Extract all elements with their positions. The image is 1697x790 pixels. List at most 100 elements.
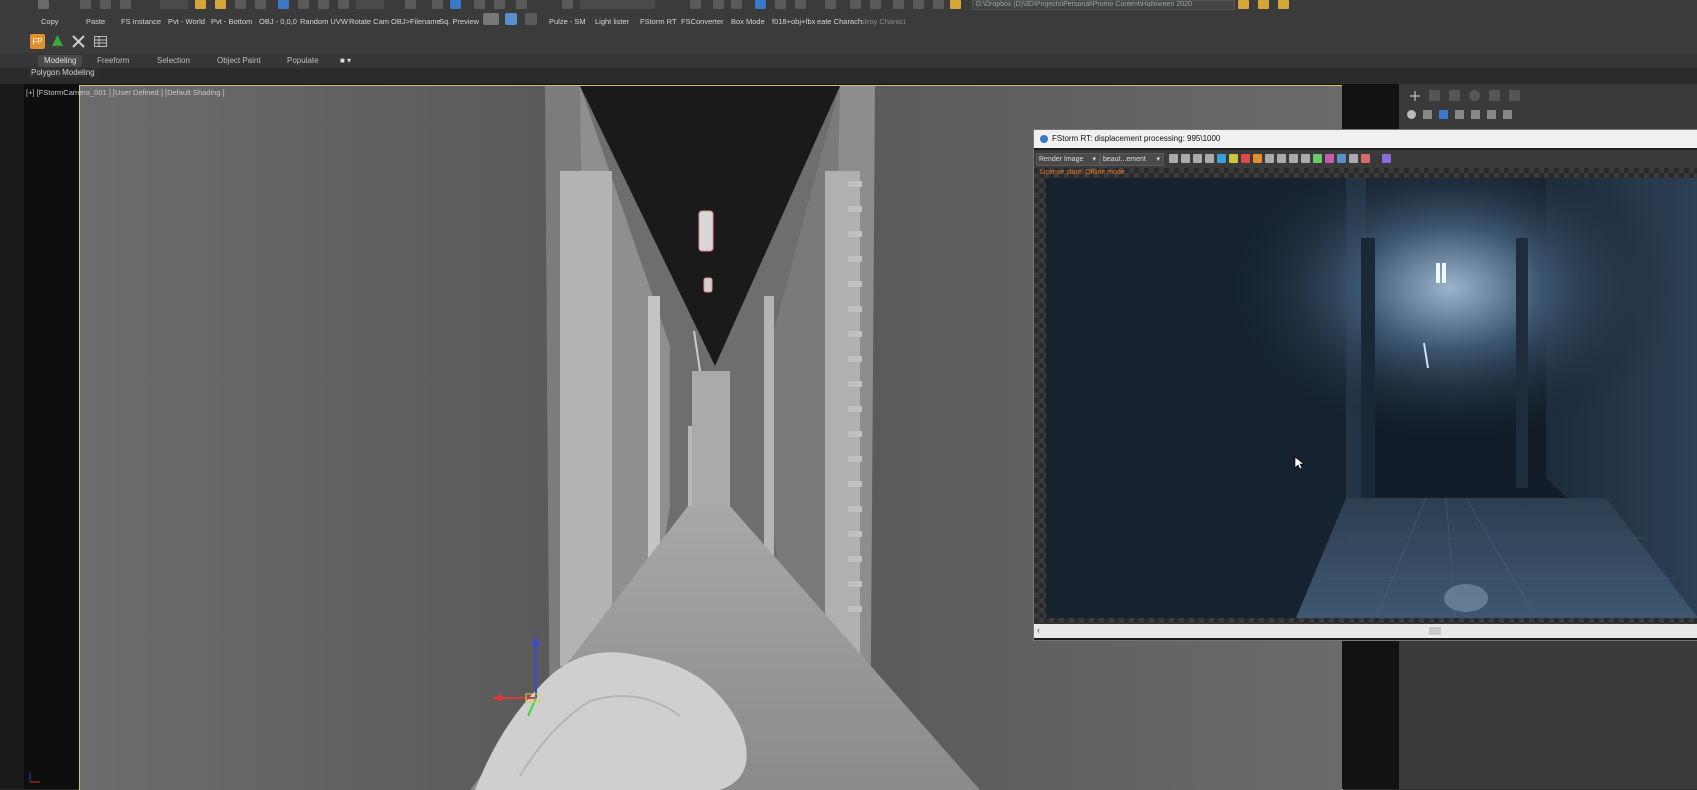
project-path-field[interactable]: D:\Dropbox (D)\3D\Projects\Personal\Prom… <box>972 0 1235 10</box>
stop-icon[interactable] <box>1265 154 1274 163</box>
angle-snap-icon[interactable] <box>494 0 505 9</box>
display-tab-icon[interactable] <box>1489 90 1500 101</box>
warning-icon[interactable] <box>950 0 961 9</box>
image-icon[interactable] <box>505 13 517 25</box>
table-icon[interactable] <box>93 34 108 49</box>
ribbon-panel-polygon-modeling[interactable]: Polygon Modeling <box>28 68 98 78</box>
keyboard-shortcut-icon[interactable] <box>450 0 461 9</box>
toolbar-label-obj-filename[interactable]: OBJ>Filename <box>391 17 441 26</box>
unlink-icon[interactable] <box>100 0 111 9</box>
named-selection-dropdown[interactable] <box>580 0 655 9</box>
denoise-icon[interactable] <box>1337 154 1346 163</box>
clear-icon[interactable] <box>1361 154 1370 163</box>
toolbar-label-sq-preview[interactable]: Sq. Preview <box>439 17 479 26</box>
rotate-icon[interactable] <box>298 0 309 9</box>
region-render-icon[interactable] <box>1229 154 1238 163</box>
hierarchy-tab-icon[interactable] <box>1449 90 1460 101</box>
window-crossing-icon[interactable] <box>255 0 266 9</box>
scroll-thumb[interactable] <box>1429 627 1441 635</box>
helpers-icon[interactable] <box>1471 110 1480 119</box>
select-icon[interactable] <box>195 0 206 9</box>
tab-populate[interactable]: Populate <box>281 55 325 67</box>
list-icon[interactable] <box>525 13 537 25</box>
systems-icon[interactable] <box>1503 110 1512 119</box>
tools-icon[interactable] <box>71 34 86 49</box>
toggle-ribbon-icon[interactable] <box>755 0 766 9</box>
pause-icon[interactable] <box>1253 154 1262 163</box>
histogram-icon[interactable] <box>1241 154 1250 163</box>
tree-icon[interactable] <box>50 34 65 49</box>
toolbar-label-random-uvw[interactable]: Random UVW <box>300 17 348 26</box>
ribbon-options-dropdown[interactable]: ■ ▾ <box>334 55 357 67</box>
render-cloud-icon[interactable] <box>913 0 924 9</box>
snaps-icon[interactable] <box>432 0 443 9</box>
toolbar-label-paste[interactable]: Paste <box>86 17 105 26</box>
toolbar-label-destroy-character[interactable]: stroy Charact <box>861 17 906 26</box>
region-icon[interactable] <box>235 0 246 9</box>
mirror-icon[interactable] <box>690 0 701 9</box>
toolbar-label-box-mode[interactable]: Box Mode <box>731 17 765 26</box>
bm-icon[interactable] <box>483 13 499 25</box>
toolbar-label-create-character[interactable]: eate Charach <box>817 17 862 26</box>
tab-object-paint[interactable]: Object Paint <box>211 55 267 67</box>
save-image-icon[interactable] <box>1169 154 1178 163</box>
render-element-dropdown[interactable]: beaut...ement ▾ <box>1100 153 1164 166</box>
percent-snap-icon[interactable] <box>516 0 527 9</box>
toolbar-label-fsconverter[interactable]: FSConverter <box>681 17 724 26</box>
lights-icon[interactable] <box>1439 110 1448 119</box>
edit-named-sel-icon[interactable] <box>562 0 573 9</box>
toolbar-label-obj-origin[interactable]: OBJ - 0,0,0 <box>259 17 297 26</box>
channel-dropdown[interactable]: Render Image ▾ <box>1036 153 1100 166</box>
tab-selection[interactable]: Selection <box>151 55 196 67</box>
color-correction-icon[interactable] <box>1325 154 1334 163</box>
toolbar-label-fs-instance[interactable]: FS Instance <box>121 17 161 26</box>
render-window-titlebar[interactable]: FStorm RT: displacement processing: 995\… <box>1034 130 1697 148</box>
material-editor-icon[interactable] <box>825 0 836 9</box>
project-folder-icon[interactable] <box>1238 0 1249 9</box>
curve-editor-icon[interactable] <box>775 0 786 9</box>
create-tab-icon[interactable] <box>1409 90 1421 104</box>
tab-freeform[interactable]: Freeform <box>91 55 135 67</box>
snap-3d-icon[interactable] <box>474 0 485 9</box>
copy-image-icon[interactable] <box>1181 154 1190 163</box>
bind-icon[interactable] <box>120 0 131 9</box>
modify-tab-icon[interactable] <box>1429 90 1440 101</box>
browse-folder-icon[interactable] <box>1278 0 1289 9</box>
settings-icon[interactable] <box>1349 154 1358 163</box>
toolbar-label-pulze[interactable]: Pulze - SM <box>549 17 586 26</box>
spacewarps-icon[interactable] <box>1487 110 1496 119</box>
toolbar-label-copy[interactable]: Copy <box>41 17 59 26</box>
schematic-view-icon[interactable] <box>795 0 806 9</box>
toolbar-label-obj-fbx[interactable]: f018+obj+fbx <box>772 17 815 26</box>
zoom-100-icon[interactable] <box>1289 154 1298 163</box>
scale-icon[interactable] <box>318 0 329 9</box>
render-setup-icon[interactable] <box>850 0 861 9</box>
utilities-tab-icon[interactable] <box>1509 90 1520 101</box>
tab-modeling[interactable]: Modeling <box>38 55 83 67</box>
zoom-fit-icon[interactable] <box>1277 154 1286 163</box>
shapes-icon[interactable] <box>1423 110 1432 119</box>
rendered-image[interactable] <box>1046 178 1697 618</box>
move-icon[interactable] <box>278 0 289 9</box>
undo-icon[interactable] <box>38 0 49 9</box>
rendered-frame-icon[interactable] <box>870 0 881 9</box>
toolbar-label-rotate-cam[interactable]: Rotate Cam <box>349 17 389 26</box>
a360-icon[interactable] <box>933 0 944 9</box>
link-icon[interactable] <box>80 0 91 9</box>
clone-window-icon[interactable] <box>1193 154 1202 163</box>
render-icon[interactable] <box>893 0 904 9</box>
ref-coord-dropdown[interactable] <box>356 0 384 9</box>
horizontal-scrollbar[interactable]: ‹ <box>1034 624 1697 638</box>
cameras-icon[interactable] <box>1455 110 1464 119</box>
layer-explorer-icon[interactable] <box>731 0 742 9</box>
selection-filter-dropdown[interactable] <box>160 0 188 9</box>
toolbar-label-light-lister[interactable]: Light lister <box>595 17 629 26</box>
toolbar-label-pvt-world[interactable]: Pvt - World <box>168 17 205 26</box>
select-name-icon[interactable] <box>215 0 226 9</box>
place-icon[interactable] <box>338 0 349 9</box>
lens-effects-icon[interactable] <box>1313 154 1322 163</box>
fstorm-render-window[interactable]: FStorm RT: displacement processing: 995\… <box>1033 129 1697 641</box>
toolbar-label-pvt-bottom[interactable]: Pvt - Bottom <box>211 17 252 26</box>
geometry-icon[interactable] <box>1407 110 1416 119</box>
viewport-label[interactable]: [+] [FStormCamera_001 ] [User Defined ] … <box>26 88 225 97</box>
